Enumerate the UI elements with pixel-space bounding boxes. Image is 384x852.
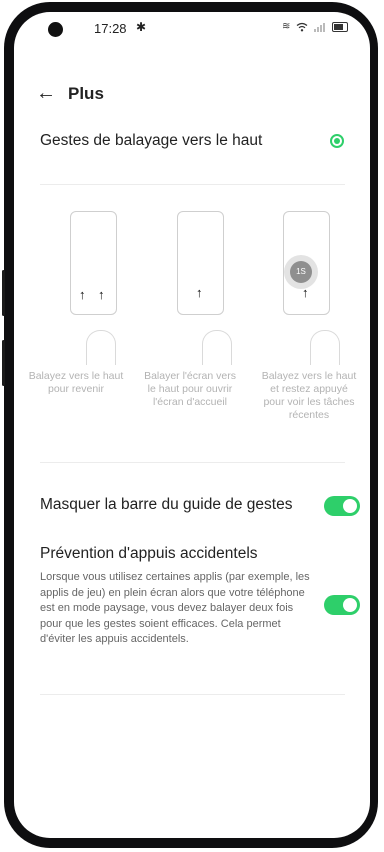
caption-home: Balayer l'écran vers le haut pour ouvrir… — [144, 370, 236, 408]
vibrate-icon: ≋ — [282, 21, 291, 32]
up-arrow-icon: ↑ — [79, 287, 86, 302]
hand-icon — [86, 330, 116, 365]
hold-indicator-label: 1S — [290, 261, 312, 283]
side-button — [2, 340, 5, 386]
divider — [40, 184, 345, 185]
hide-bar-label: Masquer la barre du guide de gestes — [40, 496, 293, 513]
page-title: Plus — [68, 83, 104, 103]
back-arrow-icon[interactable]: ← — [36, 82, 68, 105]
camera-icon — [48, 22, 63, 37]
hand-icon — [310, 330, 340, 365]
gestures-radio-button[interactable] — [330, 134, 344, 148]
prevent-label: Prévention d'appuis accidentels — [40, 545, 258, 562]
gestures-option-label[interactable]: Gestes de balayage vers le haut — [40, 132, 262, 150]
side-button — [2, 270, 5, 316]
status-time: 17:28 — [94, 21, 127, 36]
divider — [40, 694, 345, 695]
screen: 17:28 ✱ ≋ ← Plus Gestes de balayage vers… — [14, 12, 370, 838]
hide-bar-toggle[interactable] — [324, 496, 360, 516]
gear-icon: ✱ — [136, 20, 147, 34]
wifi-icon — [296, 22, 308, 31]
prevent-toggle[interactable] — [324, 595, 360, 615]
up-arrow-icon: ↑ — [196, 285, 203, 300]
up-arrow-icon: ↑ — [98, 287, 105, 302]
caption-recents: Balayez vers le haut et restez appuyé po… — [261, 370, 357, 421]
status-bar: 17:28 ✱ ≋ — [14, 12, 370, 48]
battery-icon — [332, 21, 349, 32]
up-arrow-icon: ↑ — [302, 285, 309, 300]
caption-back: Balayez vers le haut pour revenir — [28, 370, 124, 395]
phone-mock-back — [70, 211, 117, 315]
page-header: ← Plus — [36, 82, 104, 105]
hand-icon — [202, 330, 232, 365]
system-icons: ≋ — [282, 21, 349, 32]
divider — [40, 462, 345, 463]
prevent-description: Lorsque vous utilisez certaines applis (… — [40, 571, 310, 645]
signal-icon — [314, 22, 326, 32]
